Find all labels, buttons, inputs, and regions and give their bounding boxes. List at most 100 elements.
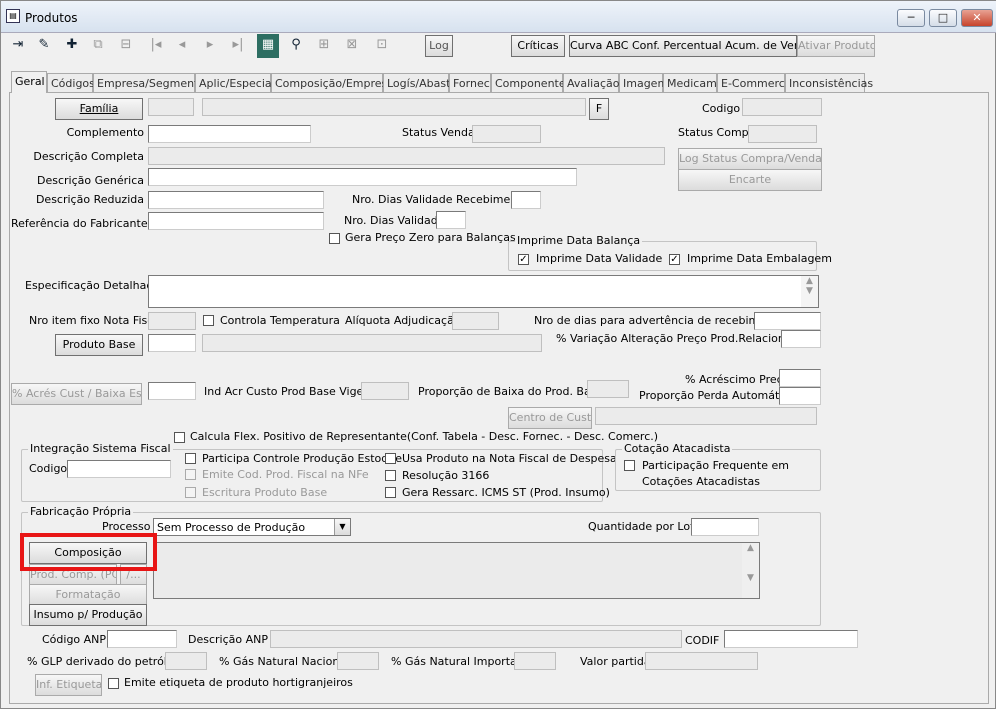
- status-venda-field[interactable]: [472, 125, 541, 143]
- valor-partida-field[interactable]: [645, 652, 758, 670]
- tab-e-commerce[interactable]: E-Commerce: [717, 73, 792, 93]
- imprime-data-validade-checkbox[interactable]: ✓: [518, 254, 529, 265]
- tab-imagem[interactable]: Imagem: [619, 73, 668, 93]
- controla-temperatura-checkbox[interactable]: [203, 315, 214, 326]
- memo-scrollbar[interactable]: ▲ ▼: [801, 276, 818, 307]
- acres-cust-baixa-button[interactable]: % Acrés Cust / Baixa Estq: [11, 383, 142, 405]
- nro-dias-validade-label: Nro. Dias Validade: [344, 214, 445, 227]
- chevron-down-icon[interactable]: ▼: [334, 519, 350, 535]
- variacao-alteracao-field[interactable]: [781, 330, 821, 348]
- quantidade-lote-field[interactable]: [691, 518, 759, 536]
- codigo-field[interactable]: [742, 98, 822, 116]
- referencia-fabricante-field[interactable]: [148, 212, 324, 230]
- gera-ressarc-checkbox[interactable]: [385, 487, 396, 498]
- produto-base-code-field[interactable]: [148, 334, 196, 352]
- network-icon[interactable]: ⊡: [369, 34, 395, 58]
- proporcao-baixa-label: Proporção de Baixa do Prod. Base: [418, 385, 604, 398]
- close-button[interactable]: ✕: [961, 9, 993, 27]
- emite-etiqueta-checkbox[interactable]: [108, 678, 119, 689]
- tab-fornec[interactable]: Fornec: [449, 73, 491, 93]
- tab-geral[interactable]: Geral: [11, 71, 47, 93]
- tab-componentes[interactable]: Componentes: [491, 73, 571, 93]
- usa-produto-checkbox[interactable]: [385, 453, 396, 464]
- copy-icon[interactable]: ⧉: [87, 34, 109, 58]
- search-icon[interactable]: ⚲: [285, 34, 307, 58]
- participacao-frequente-checkbox[interactable]: [624, 460, 635, 471]
- tab-avaliacao[interactable]: Avaliação: [563, 73, 620, 93]
- criticas-button[interactable]: Críticas: [511, 35, 565, 57]
- formatacao-button[interactable]: Formatação: [29, 584, 147, 606]
- gera-preco-zero-checkbox[interactable]: [329, 233, 340, 244]
- acrescimo-preco-label: % Acréscimo Preço: [685, 373, 790, 386]
- nro-dias-validade-field[interactable]: [436, 211, 466, 229]
- tab-empresa-segmento[interactable]: Empresa/Segmento: [93, 73, 205, 93]
- status-compra-field[interactable]: [748, 125, 817, 143]
- participa-controle-checkbox[interactable]: [185, 453, 196, 464]
- gas-nacional-field[interactable]: [337, 652, 379, 670]
- aliquota-adjudicacao-field[interactable]: [452, 312, 499, 330]
- tab-inconsistencias[interactable]: Inconsistências: [785, 73, 873, 93]
- imprime-data-embalagem-checkbox[interactable]: ✓: [669, 254, 680, 265]
- complemento-field[interactable]: [148, 125, 311, 143]
- familia-button[interactable]: Família: [55, 98, 143, 120]
- codif-field[interactable]: [724, 630, 858, 648]
- glp-field[interactable]: [165, 652, 207, 670]
- tab-codigos[interactable]: Códigos: [47, 73, 95, 93]
- descricao-generica-field[interactable]: [148, 168, 577, 186]
- new-record-icon[interactable]: ✚: [61, 34, 83, 58]
- descricao-anp-field[interactable]: [270, 630, 682, 648]
- encarte-button[interactable]: Encarte: [678, 169, 822, 191]
- acres-cust-field[interactable]: [148, 382, 196, 400]
- ind-acr-custo-field[interactable]: [361, 382, 409, 400]
- nro-dias-validade-receb-field[interactable]: [511, 191, 541, 209]
- descricao-reduzida-field[interactable]: [148, 191, 324, 209]
- minimize-button[interactable]: ─: [897, 9, 925, 27]
- next-icon[interactable]: ▸: [199, 34, 221, 58]
- proporcao-baixa-field[interactable]: [587, 380, 629, 398]
- tab-medicam[interactable]: Medicam.: [663, 73, 720, 93]
- centro-custo-field[interactable]: [595, 407, 817, 425]
- acrescimo-preco-field[interactable]: [779, 369, 821, 387]
- last-icon[interactable]: ▸|: [227, 34, 249, 58]
- first-icon[interactable]: |◂: [145, 34, 167, 58]
- proporcao-perda-field[interactable]: [779, 387, 821, 405]
- log-status-button[interactable]: Log Status Compra/Venda: [678, 148, 822, 170]
- tab-logis-abast[interactable]: Logís/Abast: [383, 73, 450, 93]
- f-button[interactable]: F: [589, 98, 609, 120]
- integracao-codigo-field[interactable]: [67, 460, 171, 478]
- centro-custo-button[interactable]: Centro de Custo: [508, 407, 592, 429]
- inf-etiqueta-button[interactable]: Inf. Etiqueta: [35, 674, 102, 696]
- emite-cod-checkbox[interactable]: [185, 469, 196, 480]
- split-icon[interactable]: ⊟: [115, 34, 137, 58]
- eraser-icon[interactable]: ✎: [33, 34, 55, 58]
- maximize-button[interactable]: □: [929, 9, 957, 27]
- tree-move-icon[interactable]: ⊠: [341, 34, 363, 58]
- grid-icon[interactable]: ▦: [257, 34, 279, 58]
- descricao-completa-field[interactable]: [148, 147, 665, 165]
- previous-icon[interactable]: ◂: [171, 34, 193, 58]
- nro-dias-advertencia-field[interactable]: [754, 312, 821, 330]
- composicao-scrollbar[interactable]: ▲ ▼: [742, 543, 759, 598]
- tab-aplic-especial[interactable]: Aplic/Especial: [195, 73, 275, 93]
- escritura-checkbox[interactable]: [185, 487, 196, 498]
- insumo-producao-button[interactable]: Insumo p/ Produção: [29, 604, 147, 626]
- especificacao-detalhada-memo[interactable]: ▲ ▼: [148, 275, 819, 308]
- calcula-flex-checkbox[interactable]: [174, 432, 185, 443]
- codigo-anp-field[interactable]: [107, 630, 177, 648]
- familia-description-field[interactable]: [202, 98, 586, 116]
- composicao-memo[interactable]: ▲ ▼: [153, 542, 760, 599]
- log-button[interactable]: Log: [425, 35, 453, 57]
- curva-abc-button[interactable]: Curva ABC Conf. Percentual Acum. de Vend…: [569, 35, 797, 57]
- product-window: ▤ Produtos ─ □ ✕ ⇥ ✎ ✚ ⧉ ⊟ |◂ ◂ ▸ ▸| ▦ ⚲…: [0, 0, 996, 709]
- ativar-produto-button[interactable]: Ativar Produto: [797, 35, 875, 57]
- familia-code-field[interactable]: [148, 98, 194, 116]
- resolucao-checkbox[interactable]: [385, 470, 396, 481]
- produto-base-description-field[interactable]: [202, 334, 542, 352]
- tree-icon[interactable]: ⊞: [313, 34, 335, 58]
- exit-icon[interactable]: ⇥: [7, 34, 29, 58]
- nro-item-fixo-field[interactable]: [148, 312, 196, 330]
- tab-composicao-empresa[interactable]: Composição/Empresa: [271, 73, 394, 93]
- processo-select[interactable]: Sem Processo de Produção ▼: [153, 518, 351, 536]
- gas-importado-field[interactable]: [514, 652, 556, 670]
- produto-base-button[interactable]: Produto Base: [55, 334, 143, 356]
